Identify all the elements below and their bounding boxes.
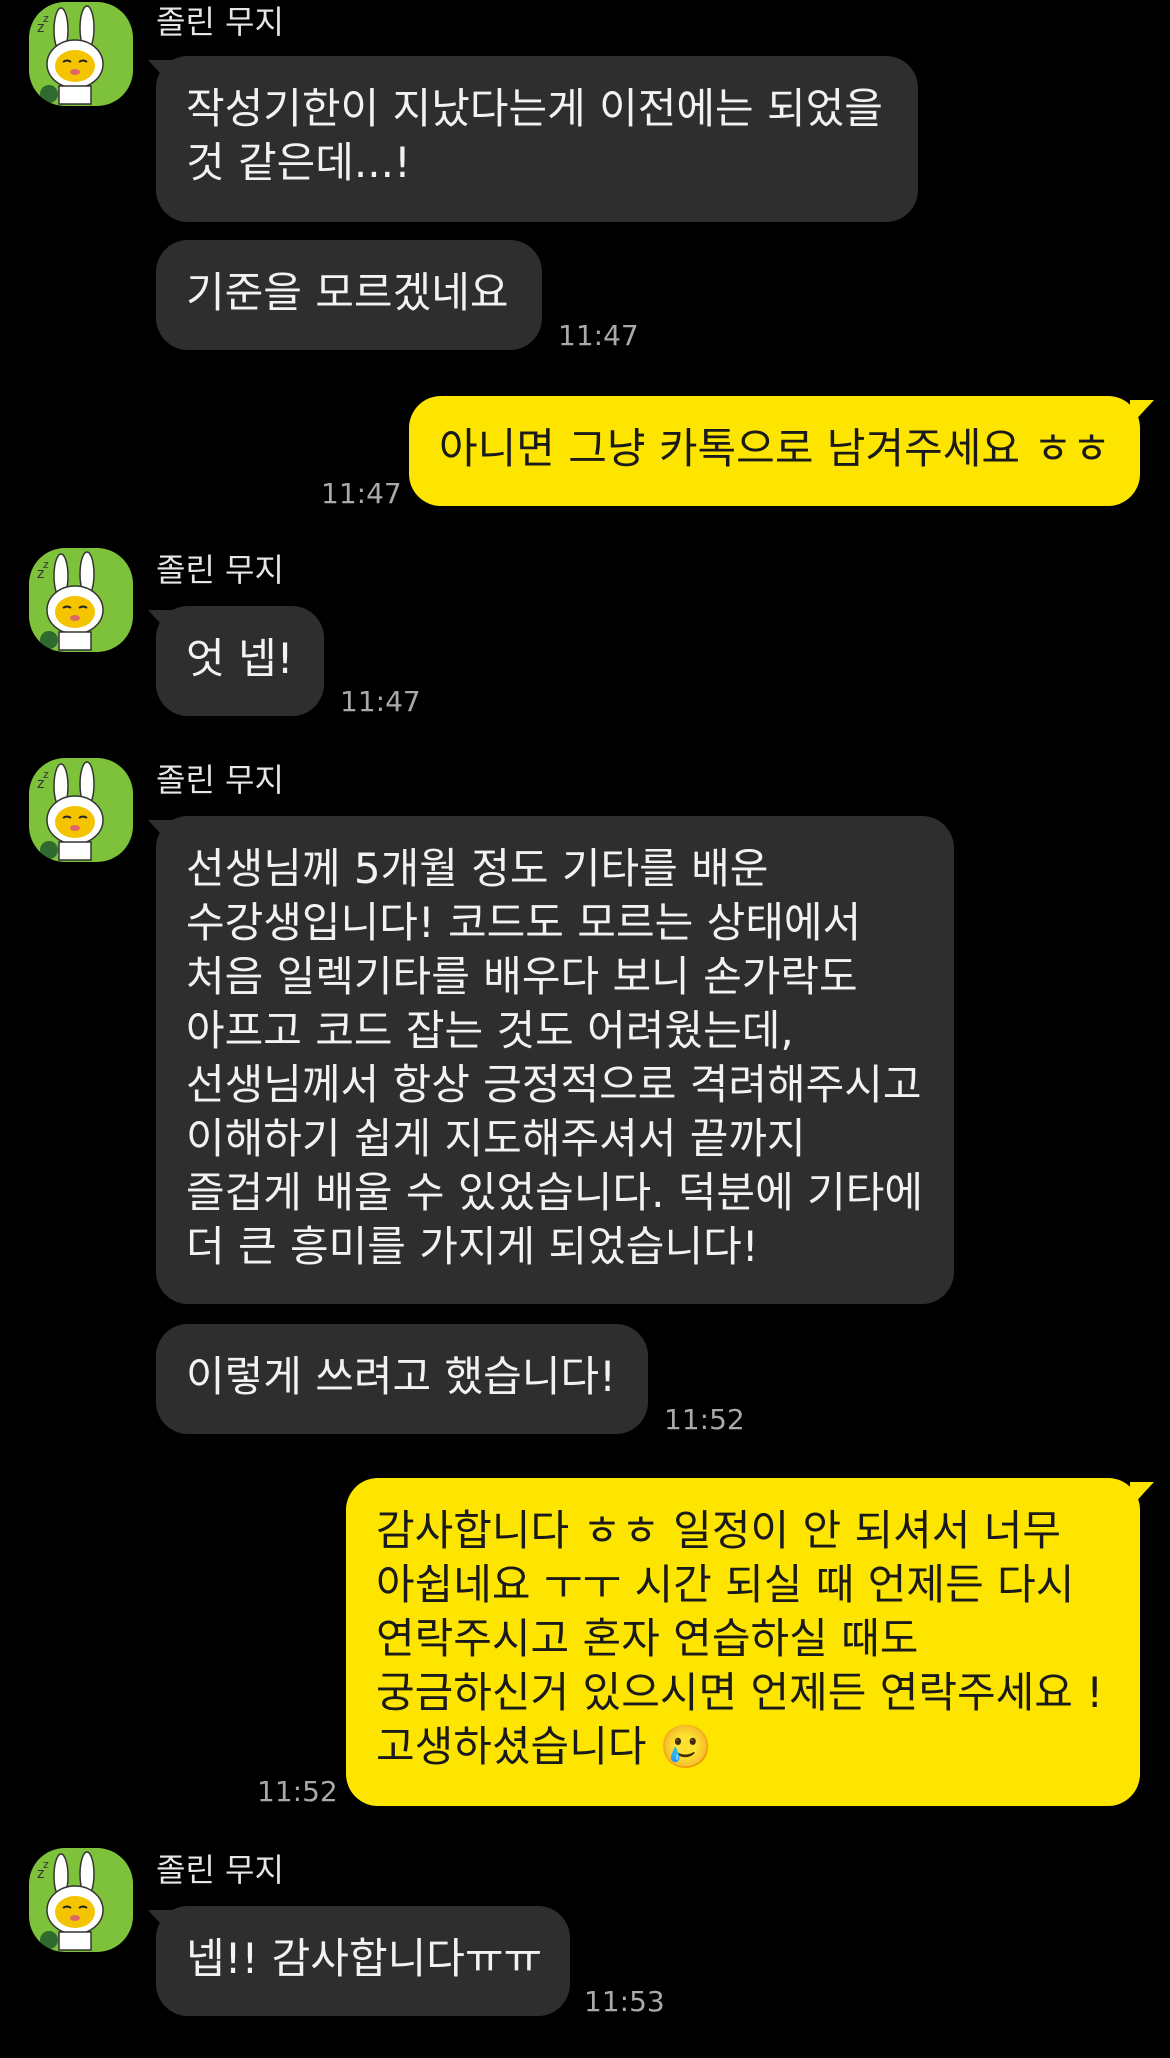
- message-time: 11:53: [584, 1985, 665, 2018]
- message-bubble[interactable]: 아니면 그냥 카톡으로 남겨주세요 ㅎㅎ: [409, 396, 1140, 506]
- svg-text:z: z: [43, 1858, 49, 1871]
- sleepy-muzi-icon: z z: [37, 1851, 104, 1951]
- sender-name: 졸린 무지: [156, 1851, 284, 1889]
- message-bubble[interactable]: 선생님께 5개월 정도 기타를 배운 수강생입니다! 코드도 모르는 상태에서 …: [156, 816, 954, 1304]
- avatar[interactable]: z z: [29, 758, 133, 862]
- svg-text:z: z: [43, 12, 49, 25]
- svg-text:z: z: [43, 558, 49, 571]
- avatar[interactable]: z z: [29, 1848, 133, 1952]
- sleepy-muzi-icon: z z: [37, 761, 104, 861]
- bubble-tail: [1130, 1482, 1154, 1508]
- sleepy-muzi-icon: z z: [37, 5, 104, 105]
- svg-text:z: z: [43, 768, 49, 781]
- message-bubble[interactable]: 작성기한이 지났다는게 이전에는 되었을 것 같은데...!: [156, 56, 918, 222]
- message-time: 11:52: [257, 1775, 338, 1808]
- sender-name: 졸린 무지: [156, 761, 284, 799]
- sleepy-muzi-icon: z z: [37, 551, 104, 651]
- message-bubble[interactable]: 감사합니다 ㅎㅎ 일정이 안 되셔서 너무 아쉽네요 ㅜㅜ 시간 되실 때 언제…: [346, 1478, 1140, 1806]
- avatar[interactable]: z z: [29, 2, 133, 106]
- message-time: 11:47: [558, 319, 639, 352]
- bubble-tail: [1130, 400, 1154, 426]
- message-bubble[interactable]: 넵!! 감사합니다ㅠㅠ: [156, 1906, 570, 2016]
- message-time: 11:47: [340, 685, 421, 718]
- message-time: 11:47: [321, 477, 402, 510]
- message-bubble[interactable]: 기준을 모르겠네요: [156, 240, 542, 350]
- sender-name: 졸린 무지: [156, 551, 284, 589]
- message-time: 11:52: [664, 1403, 745, 1436]
- sender-name: 졸린 무지: [156, 3, 284, 41]
- message-bubble[interactable]: 이렇게 쓰려고 했습니다!: [156, 1324, 648, 1434]
- message-bubble[interactable]: 엇 넵!: [156, 606, 324, 716]
- avatar[interactable]: z z: [29, 548, 133, 652]
